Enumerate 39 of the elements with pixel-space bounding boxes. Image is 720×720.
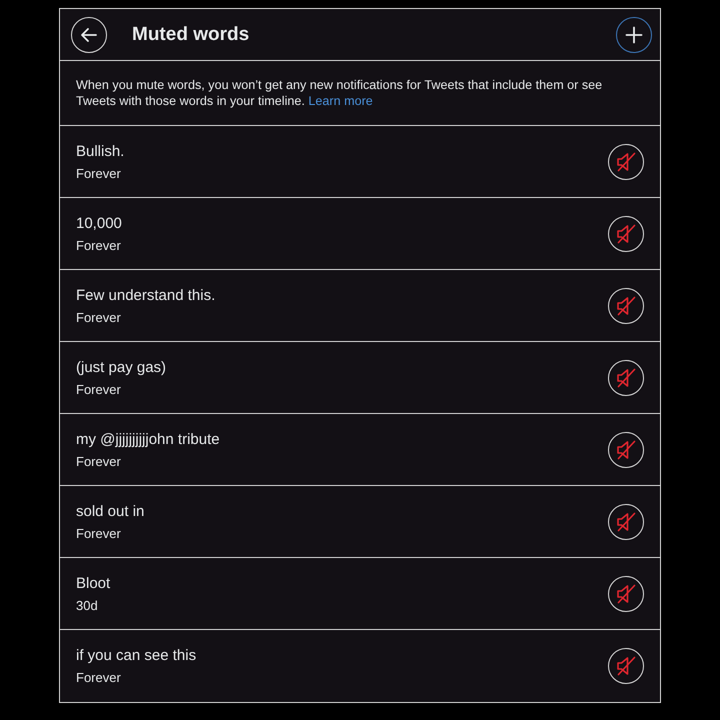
duration-text: Forever <box>76 310 122 326</box>
speaker-slash-icon <box>615 438 637 460</box>
duration-text: 30d <box>76 598 99 614</box>
add-button[interactable] <box>616 16 652 52</box>
speaker-slash-icon <box>615 582 637 604</box>
duration-text: Forever <box>76 670 122 686</box>
plus-icon <box>625 26 643 44</box>
unmute-button[interactable] <box>608 504 644 540</box>
muted-word-text: 10,000 <box>76 214 123 234</box>
duration-text: Forever <box>76 238 122 254</box>
muted-word-text: if you can see this <box>76 646 198 666</box>
unmute-button[interactable] <box>608 432 644 468</box>
speaker-slash-icon <box>615 510 637 532</box>
page-title: Muted words <box>132 22 250 46</box>
duration-text: Forever <box>76 166 122 182</box>
description-text: When you mute words, you won’t get any new notifications for Tweets that include them or see Tweets with those words in your timeline. Learn more <box>76 77 604 109</box>
duration-text: Forever <box>76 526 122 542</box>
unmute-button[interactable] <box>608 216 644 252</box>
speaker-slash-icon <box>615 222 637 244</box>
unmute-button[interactable] <box>608 576 644 612</box>
muted-word-text: Few understand this. <box>76 286 216 306</box>
speaker-slash-icon <box>615 655 637 677</box>
learn-more-link[interactable]: Learn more <box>308 94 373 108</box>
duration-text: Forever <box>76 382 122 398</box>
back-arrow-icon <box>80 26 98 44</box>
unmute-button[interactable] <box>608 288 644 324</box>
speaker-slash-icon <box>615 294 637 316</box>
speaker-slash-icon <box>615 150 637 172</box>
muted-word-text: Bloot <box>76 574 112 594</box>
back-button[interactable] <box>71 16 107 52</box>
muted-word-text: (just pay gas) <box>76 358 168 378</box>
unmute-button[interactable] <box>608 360 644 396</box>
muted-word-text: Bullish. <box>76 142 126 162</box>
unmute-button[interactable] <box>608 648 644 684</box>
muted-word-text: sold out in <box>76 502 146 522</box>
speaker-slash-icon <box>615 366 637 388</box>
duration-text: Forever <box>76 454 122 470</box>
muted-word-text: my @jjjjjjjjjjohn tribute <box>76 430 221 450</box>
unmute-button[interactable] <box>608 144 644 180</box>
